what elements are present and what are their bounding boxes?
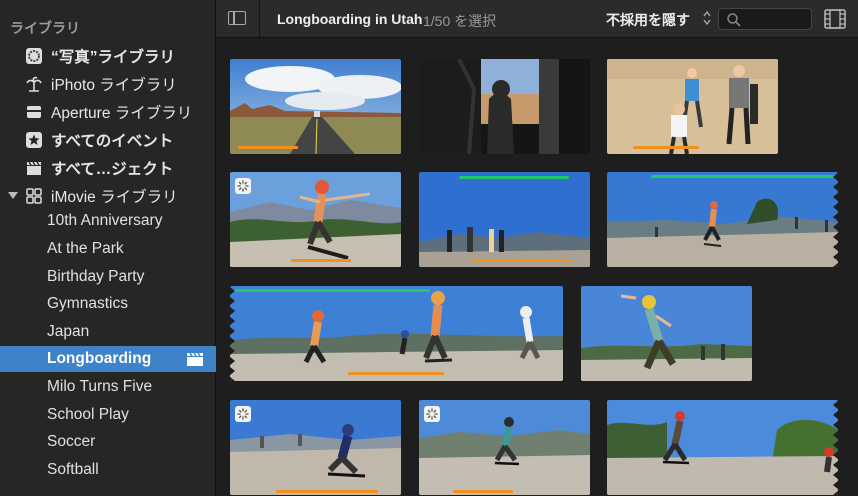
clapperboard-icon [186, 352, 204, 372]
keyword-range-bar [291, 259, 351, 262]
disclosure-triangle-icon[interactable] [8, 192, 18, 199]
sidebar-header: ライブラリ [10, 20, 80, 36]
analyze-stabilize-badge-icon [235, 178, 251, 194]
hide-rejected-popup[interactable]: 不採用を隠す [606, 10, 690, 30]
keyword-range-bar [471, 259, 571, 262]
chevron-updown-icon[interactable] [703, 10, 711, 27]
favorite-range-bar [459, 176, 569, 179]
sidebar-item-iphoto-library[interactable]: iPhoto ライブラリ [0, 70, 216, 98]
favorite-range-bar [234, 289, 430, 292]
clip-desert-people[interactable] [607, 59, 778, 154]
clip-van-door[interactable] [419, 59, 590, 154]
keyword-range-bar [348, 372, 444, 375]
event-label: School Play [47, 406, 129, 423]
search-icon [727, 13, 741, 27]
clip-skaters-road[interactable] [230, 286, 563, 381]
clip-teal-rider[interactable] [419, 400, 590, 495]
sidebar-item-event[interactable]: Japan [0, 319, 216, 345]
sidebar-item-photos-library[interactable]: “写真”ライブラリ [0, 42, 216, 70]
clip-crouch-rider[interactable] [230, 400, 401, 495]
event-title: Longboarding in Utah [277, 11, 423, 27]
palm-tree-icon [26, 76, 42, 92]
sidebar-item-label: すべて…ジェクト [51, 161, 174, 178]
sidebar-item-event[interactable]: Birthday Party [0, 264, 216, 290]
sidebar-item-all-events[interactable]: すべてのイベント [0, 126, 216, 154]
sidebar-item-event[interactable]: Softball [0, 457, 216, 483]
sidebar-item-label: “写真”ライブラリ [51, 49, 176, 66]
event-label: Japan [47, 323, 90, 340]
favorite-range-bar [651, 175, 837, 178]
event-label: Milo Turns Five [47, 378, 153, 395]
sidebar-item-label: Aperture ライブラリ [51, 105, 193, 122]
sidebar: ライブラリ “写真”ライブラリ iPhoto ライブラリ Aperture ライ… [0, 0, 216, 496]
sidebar-item-event[interactable]: Milo Turns Five [0, 374, 216, 400]
analyze-stabilize-badge-icon [235, 406, 251, 422]
sidebar-item-event[interactable]: Soccer [0, 429, 216, 455]
divider [259, 0, 260, 38]
event-label: 10th Anniversary [47, 212, 163, 229]
sidebar-item-event[interactable]: Gymnastics [0, 291, 216, 317]
sidebar-item-imovie-library[interactable]: iMovie ライブラリ [0, 182, 216, 210]
keyword-range-bar [633, 146, 699, 149]
sidebar-item-event[interactable]: At the Park [0, 236, 216, 262]
clip-continues-edge-icon [833, 400, 838, 495]
sidebar-item-event-selected[interactable]: Longboarding [0, 346, 216, 372]
clip-continues-edge-icon [833, 172, 838, 267]
sidebar-item-event[interactable]: 10th Anniversary [0, 208, 216, 234]
event-label: At the Park [47, 240, 124, 257]
keyword-range-bar [453, 490, 513, 493]
search-field[interactable] [718, 8, 812, 30]
clip-road-valley[interactable] [230, 59, 401, 154]
clip-skater-lean[interactable] [230, 172, 401, 267]
sidebar-item-aperture-library[interactable]: Aperture ライブラリ [0, 98, 216, 126]
sidebar-item-all-projects[interactable]: すべて…ジェクト [0, 154, 216, 182]
sidebar-item-label: iPhoto ライブラリ [51, 77, 177, 94]
clapperboard-icon [26, 160, 42, 176]
sidebar-item-label: iMovie ライブラリ [51, 189, 178, 206]
star-icon [26, 132, 42, 148]
sidebar-item-label: すべてのイベント [51, 133, 174, 150]
browser-toolbar: Longboarding in Utah 1/50 を選択 不採用を隠す [216, 0, 858, 38]
event-label: Birthday Party [47, 268, 145, 285]
keyword-range-bar [238, 146, 298, 149]
keyword-range-bar [276, 490, 378, 493]
selection-count: 1/50 を選択 [423, 13, 497, 29]
grid-library-icon [26, 188, 42, 204]
event-browser[interactable] [216, 39, 858, 496]
event-label: Gymnastics [47, 295, 128, 312]
event-label: Soccer [47, 433, 96, 450]
clip-yellow-helmet[interactable] [581, 286, 752, 381]
clip-continues-edge-icon [230, 286, 235, 381]
aperture-box-icon [26, 104, 42, 120]
event-label: Softball [47, 461, 99, 478]
clip-red-helmet-rider[interactable] [607, 400, 838, 495]
sidebar-toggle-icon[interactable] [228, 11, 246, 25]
sidebar-item-event[interactable]: School Play [0, 402, 216, 428]
photos-flower-icon [26, 48, 42, 64]
clip-group-standing[interactable] [419, 172, 590, 267]
analyze-stabilize-badge-icon [424, 406, 440, 422]
clip-riders-distance[interactable] [607, 172, 838, 267]
event-label: Longboarding [47, 350, 152, 367]
filmstrip-appearance-icon[interactable] [824, 9, 846, 34]
